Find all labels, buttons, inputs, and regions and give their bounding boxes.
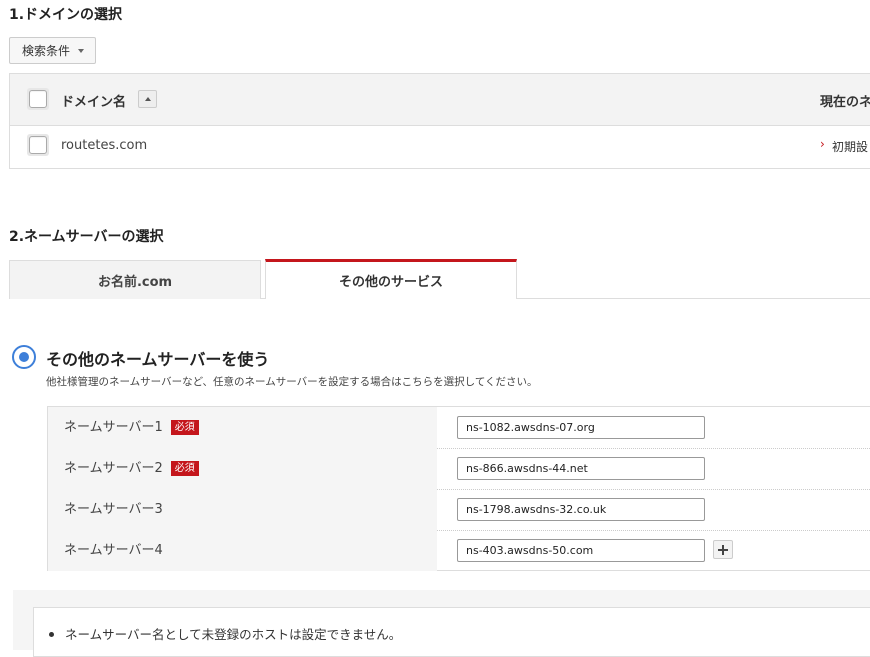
domain-row-name: routetes.com [61, 138, 148, 153]
nameserver-label-cell: ネームサーバー3 [48, 489, 437, 530]
tab-other-service-label: その他のサービス [338, 275, 443, 290]
nameserver-input-4[interactable] [457, 539, 705, 562]
section1-title: 1.ドメインの選択 [9, 7, 123, 23]
nameserver-label-cell: ネームサーバー4 [48, 530, 437, 571]
required-badge-1: 必須 [170, 420, 199, 435]
row-checkbox[interactable] [29, 136, 47, 154]
other-ns-option-title: その他のネームサーバーを使う [46, 350, 270, 369]
nameserver-label-4: ネームサーバー4 [64, 543, 163, 558]
domain-table: ドメイン名 現在のネ routetes.com › 初期設 [9, 73, 870, 169]
add-nameserver-plus-icon[interactable] [713, 540, 733, 559]
col-domain-name: ドメイン名 [61, 95, 127, 110]
select-all-checkbox-wrap [27, 88, 49, 110]
nameserver-row-4: ネームサーバー4 [48, 530, 870, 571]
nameserver-row-3: ネームサーバー3 [48, 489, 870, 530]
nameserver-label-2: ネームサーバー2 必須 [64, 457, 199, 476]
tab-other-service[interactable]: その他のサービス [265, 259, 517, 299]
nameserver-row-2: ネームサーバー2 必須 [48, 448, 870, 489]
domain-row-current-link[interactable]: 初期設 [832, 138, 868, 155]
nameserver-input-3[interactable] [457, 498, 705, 521]
nameserver-label-1: ネームサーバー1 必須 [64, 416, 199, 435]
nameserver-label-cell: ネームサーバー2 必須 [48, 448, 437, 489]
sort-up-icon [144, 97, 151, 101]
nameserver-table: ネームサーバー1 必須 ネームサーバー2 必須 ネームサーバー3 ネームサーバー4 [47, 406, 870, 571]
search-conditions-label: 検索条件 [22, 44, 71, 58]
select-all-checkbox[interactable] [29, 90, 47, 108]
row-checkbox-wrap [27, 134, 49, 156]
tab-onamae-label: お名前.com [97, 274, 173, 290]
nameserver-label-text-1: ネームサーバー1 [64, 420, 163, 435]
notes-inner: ネームサーバー名として未登録のホストは設定できません。 [33, 607, 870, 657]
nameserver-label-3: ネームサーバー3 [64, 502, 163, 517]
nameserver-label-cell: ネームサーバー1 必須 [48, 407, 437, 448]
notes-box: ネームサーバー名として未登録のホストは設定できません。 [13, 590, 870, 657]
caret-down-icon [78, 48, 85, 53]
sort-button[interactable] [138, 90, 157, 108]
other-ns-radio[interactable] [12, 345, 36, 369]
col-current-ns: 現在のネ [820, 95, 870, 110]
nameserver-input-2[interactable] [457, 457, 705, 480]
search-conditions-button[interactable]: 検索条件 [9, 37, 96, 64]
domain-table-header: ドメイン名 現在のネ [10, 74, 870, 126]
tab-onamae[interactable]: お名前.com [9, 260, 261, 299]
other-ns-option-description: 他社様管理のネームサーバーなど、任意のネームサーバーを設定する場合はこちらを選択… [46, 376, 538, 388]
required-badge-2: 必須 [170, 461, 199, 476]
chevron-right-icon: › [820, 137, 825, 151]
section2-title: 2.ネームサーバーの選択 [9, 229, 164, 245]
radio-selected-dot [19, 352, 29, 362]
nameserver-row-1: ネームサーバー1 必須 [48, 407, 870, 448]
nameserver-label-text-2: ネームサーバー2 [64, 461, 163, 476]
note-text: ネームサーバー名として未登録のホストは設定できません。 [65, 627, 402, 642]
nameserver-input-1[interactable] [457, 416, 705, 439]
bullet-icon [49, 632, 54, 637]
